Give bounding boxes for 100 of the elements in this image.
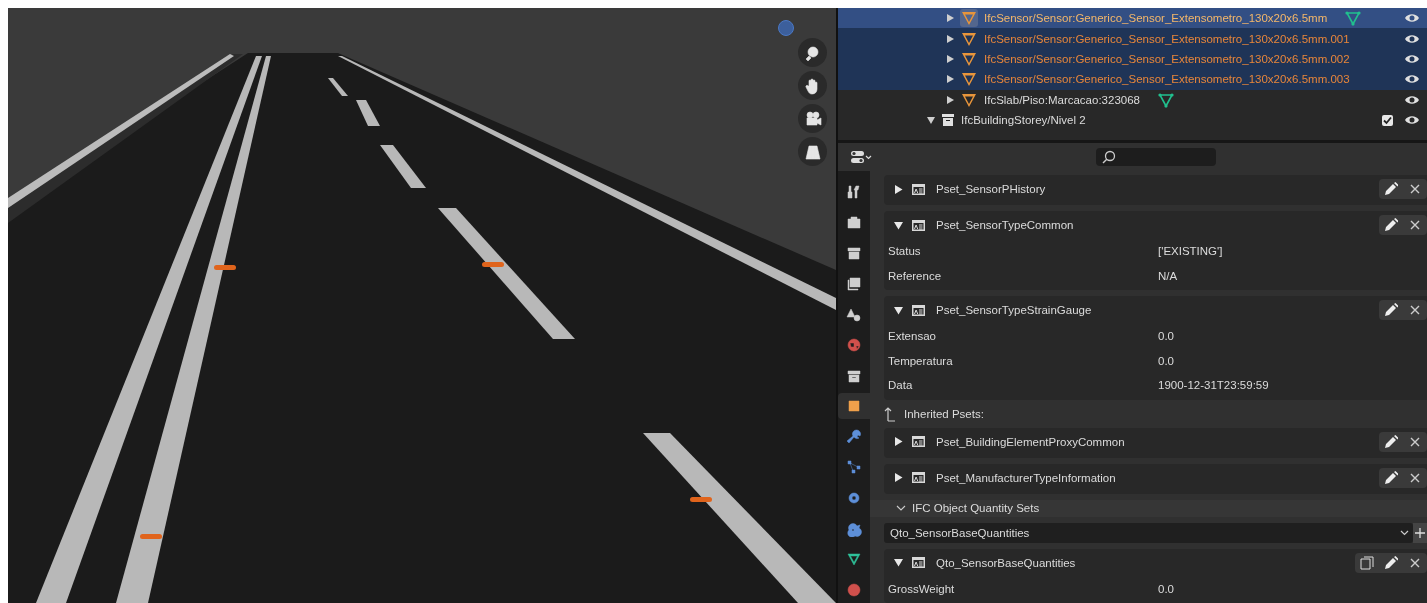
expand-arrow-icon[interactable]: [894, 305, 903, 315]
pencil-icon: [1384, 470, 1398, 485]
property-set-icon: [911, 435, 926, 448]
expand-arrow-icon[interactable]: [947, 54, 954, 63]
pset-name: Pset_ManufacturerTypeInformation: [936, 471, 1116, 484]
data-icon: [846, 551, 862, 568]
sensor-marker: [140, 534, 162, 539]
property-set-icon: [911, 471, 926, 484]
pset-name: Qto_SensorBaseQuantities: [936, 556, 1076, 569]
quantity-set-dropdown[interactable]: Qto_SensorBaseQuantities: [884, 522, 1413, 543]
expand-arrow-icon[interactable]: [894, 473, 903, 482]
property-name: Data: [888, 379, 914, 392]
property-set-icon: [911, 303, 926, 317]
outliner-row[interactable]: IfcSensor/Sensor:Generico_Sensor_Extensometro_130x20x6.5mm.003: [838, 69, 1427, 90]
property-name: GrossWeight: [888, 582, 956, 595]
tool-icon: [846, 184, 862, 200]
eye-icon[interactable]: [1405, 33, 1419, 44]
pset-name: Pset_SensorTypeStrainGauge: [936, 304, 1092, 316]
pencil-icon: [1384, 218, 1398, 232]
archive-icon: [941, 113, 955, 128]
chevron-icon: [1400, 529, 1409, 536]
plus-icon: [1415, 527, 1425, 538]
expand-arrow-icon[interactable]: [894, 558, 903, 567]
outliner-row[interactable]: IfcSensor/Sensor:Generico_Sensor_Extensometro_130x20x6.5mm.001: [838, 28, 1427, 49]
eye-icon[interactable]: [1405, 94, 1419, 105]
expand-arrow-icon[interactable]: [947, 34, 954, 43]
object-name: IfcSensor/Sensor:Generico_Sensor_Extensometro_130x20x6.5mm.003: [984, 73, 1350, 86]
expand-arrow-icon[interactable]: [947, 14, 954, 23]
sensor-marker: [214, 265, 236, 270]
section-header[interactable]: IFC Object Quantity Sets: [870, 499, 1427, 517]
pset-name: Pset_BuildingElementProxyCommon: [936, 435, 1125, 448]
search-icon: [1102, 150, 1116, 164]
output-icon: [846, 245, 862, 262]
lane-dash: [328, 78, 348, 96]
dropdown-value: Qto_SensorBaseQuantities: [890, 526, 1030, 539]
search-field[interactable]: [1096, 148, 1216, 166]
particles-icon: [846, 459, 862, 476]
object-name: IfcSlab/Piso:Marcacao:323068: [984, 93, 1140, 106]
eye-icon[interactable]: [1405, 53, 1419, 64]
outliner-row[interactable]: IfcSensor/Sensor:Generico_Sensor_Extensometro_130x20x6.5mm.002: [838, 48, 1427, 70]
object-tab[interactable]: [838, 393, 870, 420]
lane-dash: [380, 145, 426, 188]
expand-arrow-icon[interactable]: [927, 116, 935, 125]
nav-glyph-icon: [803, 43, 822, 62]
nav-glyph-icon: [803, 109, 822, 128]
pencil-icon: [1384, 303, 1398, 317]
object-name: IfcSensor/Sensor:Generico_Sensor_Extensometro_130x20x6.5mm.001: [984, 32, 1350, 45]
section-title: IFC Object Quantity Sets: [912, 502, 1040, 514]
close-icon: [1410, 184, 1420, 194]
sensor-marker: [482, 262, 504, 267]
outliner-row[interactable]: IfcSensor/Sensor:Generico_Sensor_Extensometro_130x20x6.5mm: [838, 8, 1427, 29]
outliner-row[interactable]: IfcBuildingStorey/Nivel 2: [838, 109, 1427, 131]
view-layer-icon: [846, 275, 862, 292]
object-icon: [846, 398, 862, 415]
expand-arrow-icon[interactable]: [947, 95, 954, 104]
eye-icon[interactable]: [1405, 13, 1419, 24]
property-name: Reference: [888, 269, 943, 282]
cone-icon: [960, 9, 978, 28]
render-icon: [846, 214, 862, 231]
close-icon: [1410, 220, 1420, 230]
close-icon: [1410, 305, 1420, 315]
property-set-icon: [911, 182, 926, 196]
pencil-icon: [1384, 182, 1398, 196]
pset-name: Pset_SensorTypeCommon: [936, 219, 1074, 231]
property-value: 0.0: [1158, 354, 1174, 367]
nav-glyph-icon: [803, 142, 822, 161]
add-button[interactable]: [1413, 522, 1427, 543]
pset-name: Pset_SensorPHistory: [936, 183, 1046, 195]
property-name: Temperatura: [888, 354, 954, 367]
property-value: N/A: [1158, 269, 1178, 282]
close-icon: [1410, 557, 1420, 568]
material-icon: [846, 581, 862, 598]
toggle-icon: [850, 150, 872, 164]
outliner-row[interactable]: IfcSlab/Piso:Marcacao:323068: [838, 89, 1427, 110]
eye-icon[interactable]: [1405, 115, 1419, 126]
lane-dash: [356, 100, 380, 126]
collection-icon: [846, 367, 862, 384]
expand-arrow-icon[interactable]: [947, 75, 954, 84]
expand-arrow-icon[interactable]: [894, 184, 903, 194]
inherit-arrow-icon: [884, 405, 896, 422]
close-icon: [1410, 436, 1420, 447]
property-name: Status: [888, 245, 922, 258]
expand-arrow-icon[interactable]: [894, 220, 903, 230]
property-value: 0.0: [1158, 330, 1174, 343]
eye-icon[interactable]: [1405, 74, 1419, 85]
checkbox[interactable]: [1382, 114, 1393, 126]
pencil-icon: [1384, 555, 1398, 570]
close-icon: [1410, 472, 1420, 483]
property-set-icon: [911, 218, 926, 232]
property-value: 1900-12-31T23:59:59: [1158, 379, 1269, 392]
editor-type-button[interactable]: [848, 148, 874, 166]
chevron-icon: [896, 504, 906, 512]
world-icon: [846, 336, 862, 353]
object-name: IfcSensor/Sensor:Generico_Sensor_Extensometro_130x20x6.5mm.002: [984, 52, 1350, 65]
scene-icon: [846, 306, 862, 323]
physics-icon: [846, 489, 862, 506]
property-value: 0.0: [1158, 582, 1174, 595]
expand-arrow-icon[interactable]: [894, 437, 903, 446]
collection-name: IfcBuildingStorey/Nivel 2: [961, 114, 1086, 127]
modifier-icon: [846, 428, 862, 445]
